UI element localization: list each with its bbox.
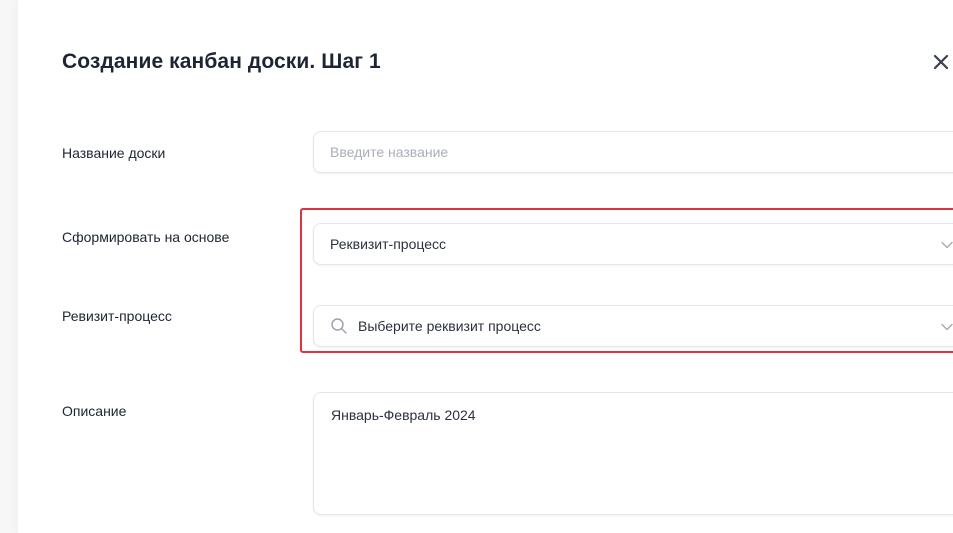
requisite-process-label: Ревизит-процесс <box>62 308 172 324</box>
description-textarea[interactable]: Январь-Февраль 2024 <box>313 392 953 515</box>
board-name-label: Название доски <box>62 145 166 161</box>
description-value: Январь-Февраль 2024 <box>331 407 476 423</box>
description-label: Описание <box>62 403 127 419</box>
board-name-field[interactable] <box>313 131 953 173</box>
close-icon <box>933 54 949 70</box>
modal-title: Создание канбан доски. Шаг 1 <box>62 50 381 73</box>
highlight-frame <box>300 208 953 353</box>
board-name-input[interactable] <box>330 144 953 160</box>
page-background: Создание канбан доски. Шаг 1 Название до… <box>0 0 953 533</box>
build-basis-label: Сформировать на основе <box>62 229 230 245</box>
close-button[interactable] <box>929 50 953 74</box>
create-board-modal: Создание канбан доски. Шаг 1 Название до… <box>18 0 953 533</box>
